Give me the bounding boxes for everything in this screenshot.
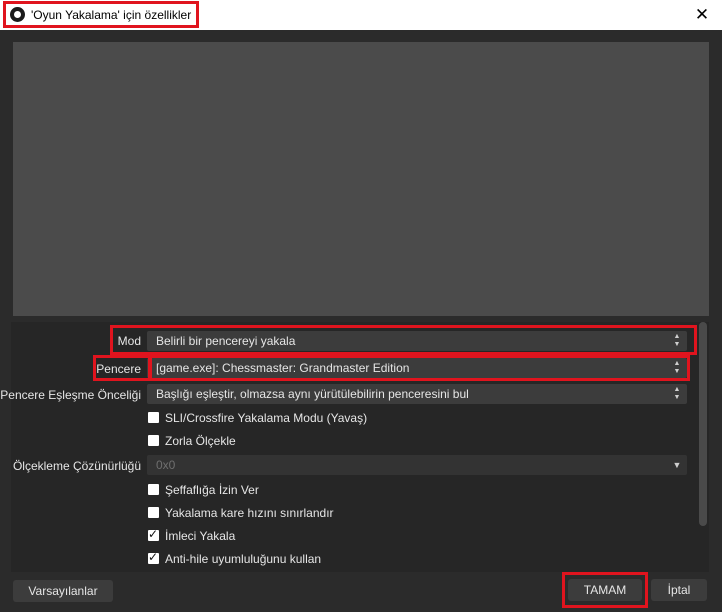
match-priority-select[interactable]: Başlığı eşleştir, olmazsa aynı yürütüleb… (147, 384, 687, 404)
updown-arrows-icon: ▲ ▼ (673, 333, 681, 348)
source-preview (13, 42, 709, 316)
ok-button[interactable]: TAMAM (568, 579, 642, 601)
force-scale-label: Zorla Ölçekle (165, 434, 236, 448)
defaults-button[interactable]: Varsayılanlar (13, 580, 113, 602)
allow-transparency-checkbox[interactable] (148, 484, 159, 495)
updown-arrows-icon: ▲ ▼ (673, 386, 681, 401)
scale-resolution-select[interactable]: 0x0 ▼ (147, 455, 687, 475)
window-select-value: [game.exe]: Chessmaster: Grandmaster Edi… (156, 361, 410, 375)
title-highlight-box (3, 1, 199, 28)
mode-label: Mod (117, 334, 141, 348)
updown-arrows-icon: ▲ ▼ (673, 360, 681, 375)
sli-crossfire-label: SLI/Crossfire Yakalama Modu (Yavaş) (165, 411, 368, 425)
chevron-down-icon: ▼ (672, 460, 682, 470)
capture-cursor-checkbox[interactable] (148, 527, 159, 541)
properties-scrollbar[interactable] (697, 322, 709, 526)
limit-framerate-label: Yakalama kare hızını sınırlandır (165, 506, 334, 520)
scrollbar-thumb[interactable] (699, 322, 707, 526)
close-icon[interactable]: ✕ (692, 5, 712, 25)
cancel-button[interactable]: İptal (651, 579, 707, 601)
scale-resolution-value: 0x0 (156, 458, 176, 472)
capture-cursor-label: İmleci Yakala (165, 529, 236, 543)
title-bar: 'Oyun Yakalama' için özellikler ✕ (0, 0, 722, 30)
scale-resolution-label: Ölçekleme Çözünürlüğü (12, 459, 141, 473)
allow-transparency-label: Şeffaflığa İzin Ver (165, 483, 259, 497)
sli-crossfire-checkbox[interactable] (148, 412, 159, 423)
match-priority-label: Pencere Eşleşme Önceliği (0, 388, 141, 402)
anti-cheat-label: Anti-hile uyumluluğunu kullan (165, 552, 322, 566)
window-select[interactable]: [game.exe]: Chessmaster: Grandmaster Edi… (147, 358, 687, 378)
anti-cheat-checkbox[interactable] (148, 550, 159, 564)
mode-select[interactable]: Belirli bir pencereyi yakala ▲ ▼ (147, 331, 687, 351)
mode-select-value: Belirli bir pencereyi yakala (156, 334, 296, 348)
force-scale-checkbox[interactable] (148, 435, 159, 446)
window-label: Pencere (96, 362, 141, 376)
match-priority-value: Başlığı eşleştir, olmazsa aynı yürütüleb… (156, 387, 469, 401)
limit-framerate-checkbox[interactable] (148, 507, 159, 518)
